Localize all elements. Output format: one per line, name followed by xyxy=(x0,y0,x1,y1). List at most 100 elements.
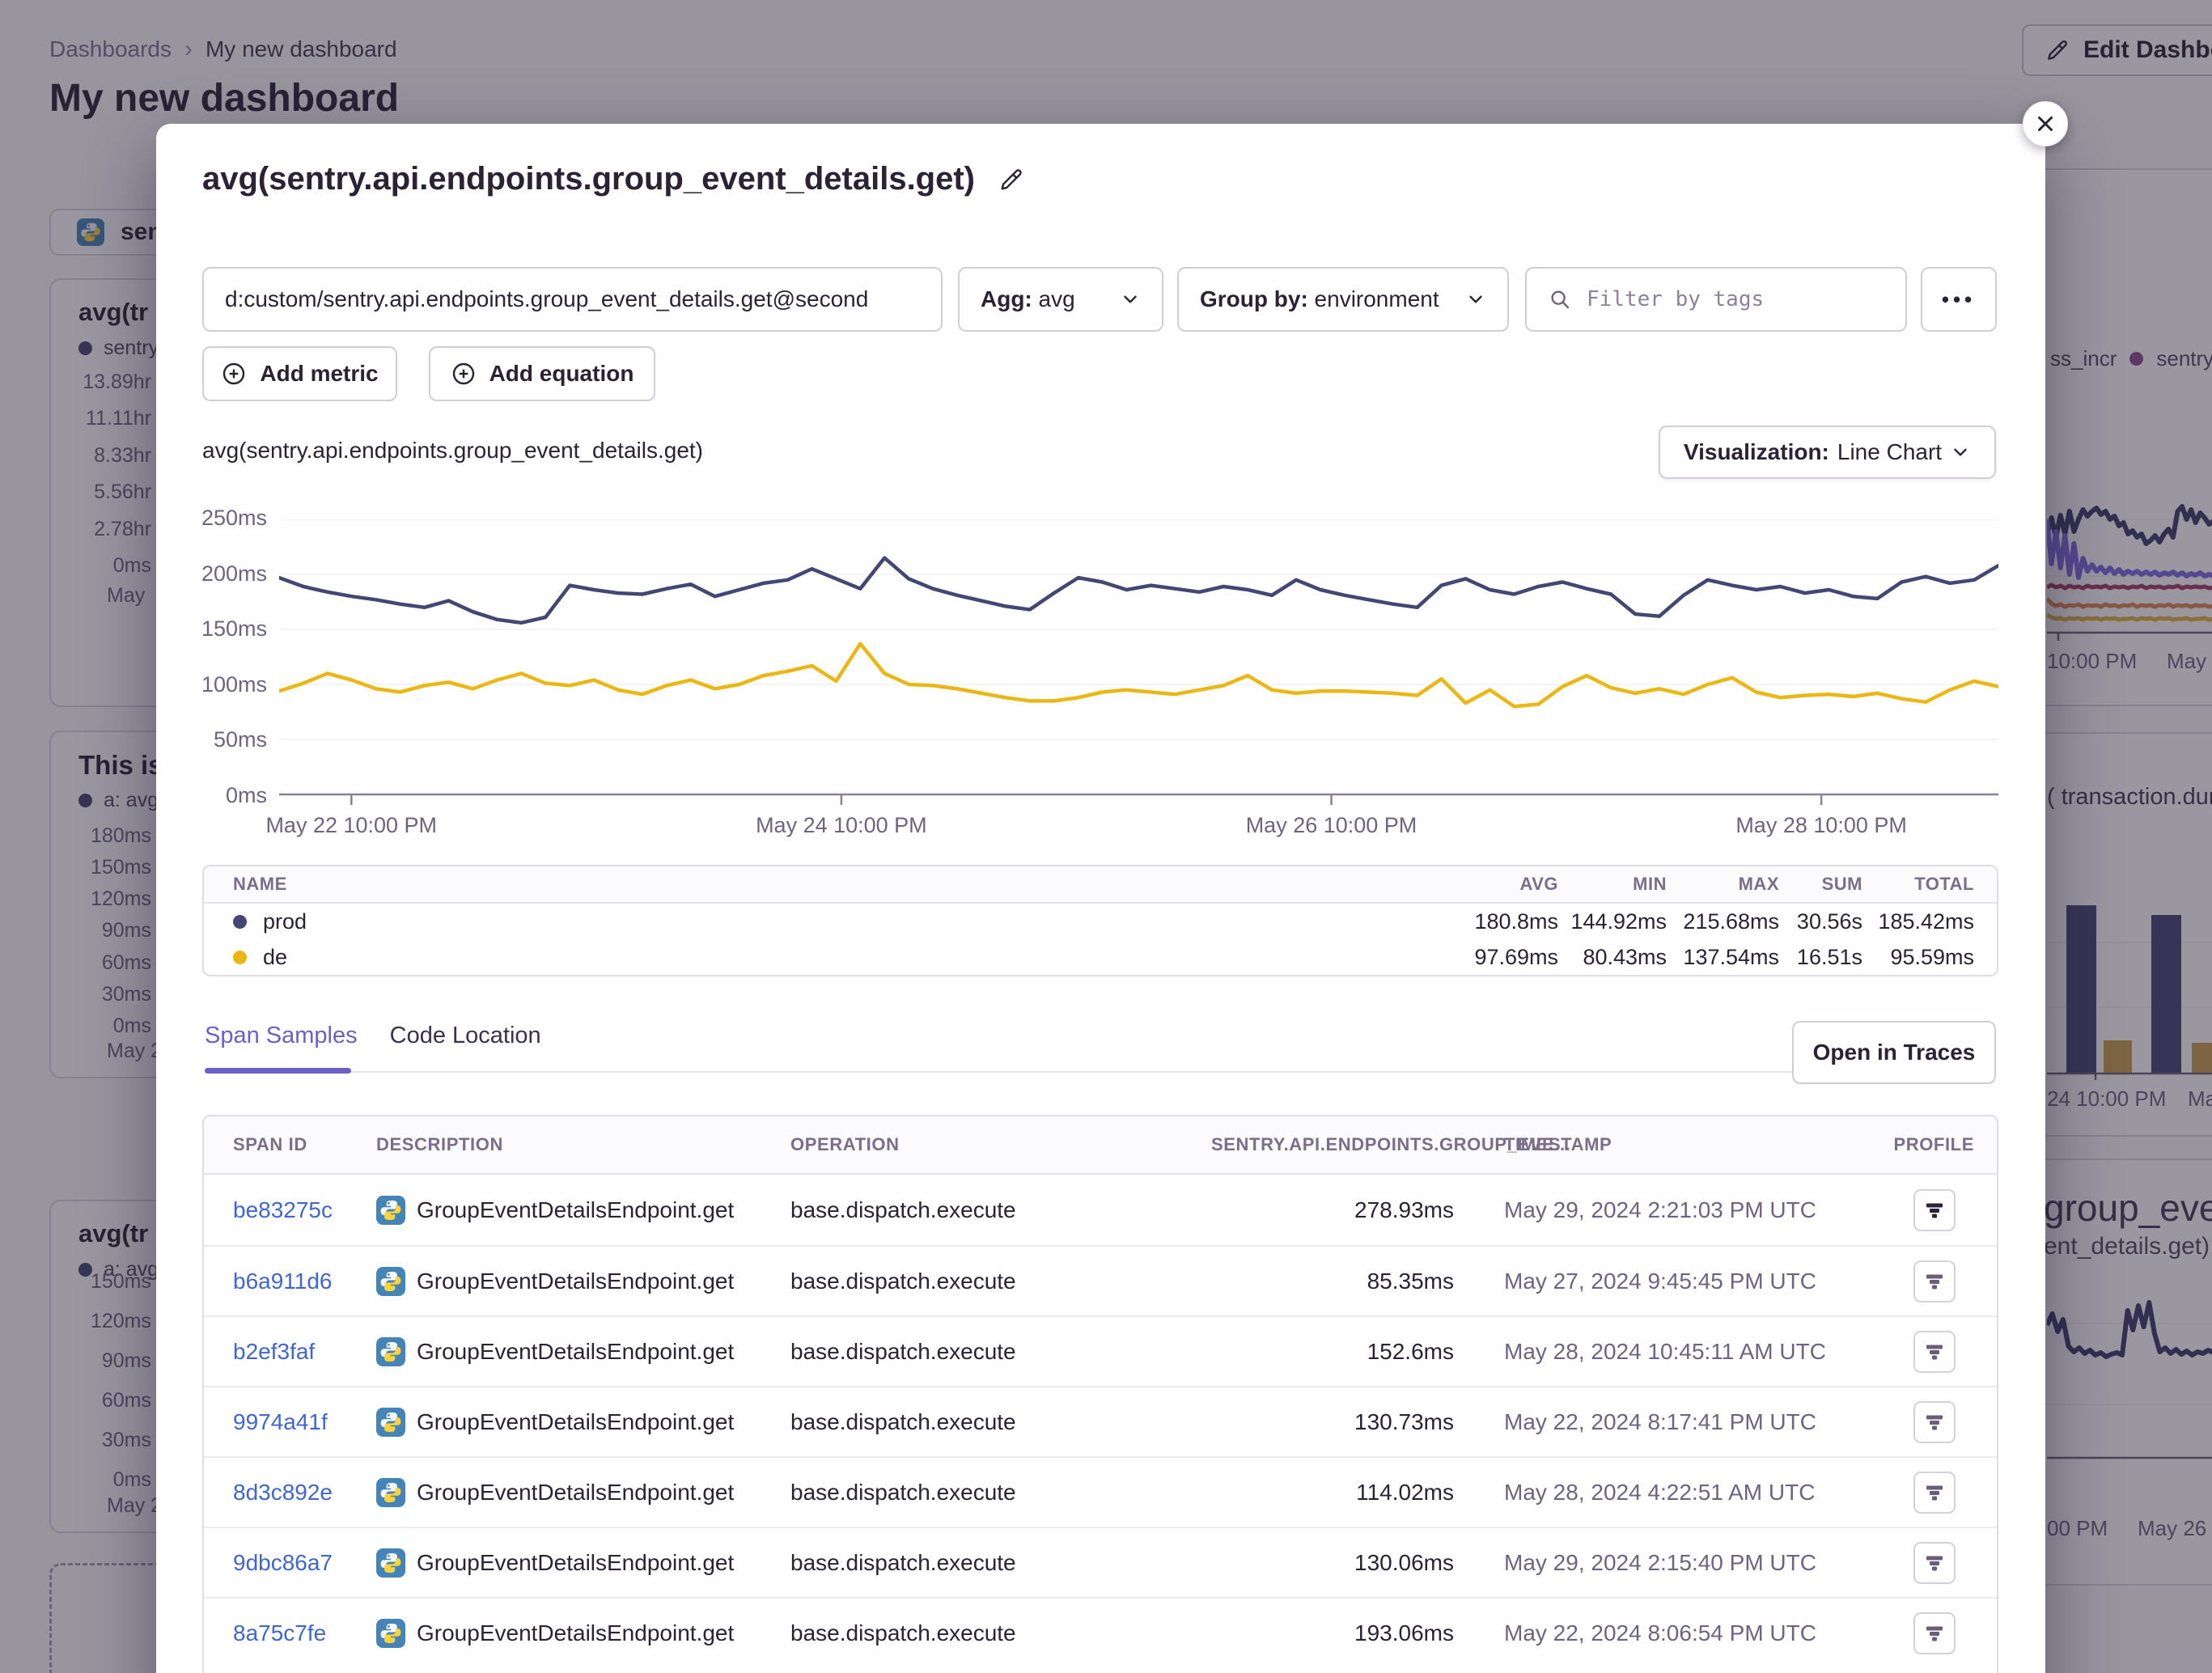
series-summary-table: NAMEAVGMINMAXSUMTOTAL prod 180.8ms144.92m… xyxy=(202,865,1998,976)
table-row: b2ef3fafGroupEventDetailsEndpoint.getbas… xyxy=(204,1315,1997,1386)
group-by-dropdown[interactable]: Group by: environment xyxy=(1177,267,1509,332)
x-axis-tick: May 26 10:00 PM xyxy=(1246,813,1417,838)
samples-column-header: DESCRIPTION xyxy=(376,1134,790,1155)
close-icon[interactable] xyxy=(2023,101,2068,146)
x-axis-labels: May 22 10:00 PMMay 24 10:00 PMMay 26 10:… xyxy=(279,813,1998,842)
profile-button[interactable] xyxy=(1913,1472,1956,1514)
summary-column-header: TOTAL xyxy=(1862,874,1974,895)
x-axis-tick: May 24 10:00 PM xyxy=(756,813,927,838)
span-description: GroupEventDetailsEndpoint.get xyxy=(376,1548,790,1578)
span-duration: 193.06ms xyxy=(1211,1620,1454,1646)
tab-code-location[interactable]: Code Location xyxy=(390,1023,541,1049)
filter-placeholder: Filter by tags xyxy=(1587,287,1764,311)
visualization-dropdown[interactable]: Visualization: Line Chart xyxy=(1659,426,1996,479)
summary-row: de97.69ms80.43ms137.54ms16.51s95.59ms xyxy=(204,939,1997,975)
more-options-button[interactable]: ••• xyxy=(1921,267,1997,332)
summary-column-header: SUM xyxy=(1779,874,1862,895)
span-id-link[interactable]: b6a911d6 xyxy=(233,1269,333,1294)
tab-bar: Span Samples Code Location xyxy=(205,1023,541,1049)
ellipsis-icon: ••• xyxy=(1942,287,1976,312)
y-axis-tick: 0ms xyxy=(226,783,267,808)
chevron-down-icon xyxy=(1120,289,1141,310)
summary-column-header: NAME xyxy=(204,874,1455,895)
metric-line-chart[interactable] xyxy=(279,519,1998,806)
tab-span-samples[interactable]: Span Samples xyxy=(205,1023,358,1049)
profiling-icon xyxy=(1923,1341,1946,1363)
series-color-dot xyxy=(233,915,247,929)
samples-column-header: PROFILE xyxy=(1892,1134,1997,1155)
span-operation: base.dispatch.execute xyxy=(790,1197,1211,1223)
samples-column-header: TIMESTAMP xyxy=(1454,1134,1892,1155)
profile-button[interactable] xyxy=(1913,1401,1956,1443)
series-name: prod xyxy=(263,909,307,934)
series-min: 144.92ms xyxy=(1558,909,1667,934)
span-id-link[interactable]: b2ef3faf xyxy=(233,1339,315,1364)
metric-details-modal: avg(sentry.api.endpoints.group_event_det… xyxy=(156,124,2045,1673)
span-duration: 130.06ms xyxy=(1211,1550,1454,1576)
span-duration: 130.73ms xyxy=(1211,1409,1454,1435)
profiling-icon xyxy=(1923,1622,1946,1645)
add-equation-button[interactable]: Add equation xyxy=(429,346,655,401)
dashboard-page: Dashboards › My new dashboard My new das… xyxy=(0,0,2212,1673)
x-axis-tick: May 22 10:00 PM xyxy=(265,813,437,838)
span-timestamp: May 22, 2024 8:06:54 PM UTC xyxy=(1454,1620,1892,1646)
span-id-link[interactable]: 8d3c892e xyxy=(233,1480,333,1505)
profiling-icon xyxy=(1923,1199,1946,1222)
search-icon xyxy=(1548,287,1572,311)
metric-query-input[interactable] xyxy=(202,267,943,332)
span-description: GroupEventDetailsEndpoint.get xyxy=(376,1478,790,1507)
metric-query-value[interactable] xyxy=(225,286,920,312)
table-row: 8d3c892eGroupEventDetailsEndpoint.getbas… xyxy=(204,1456,1997,1527)
span-duration: 114.02ms xyxy=(1211,1480,1454,1506)
y-axis-tick: 150ms xyxy=(201,616,267,642)
summary-column-header: AVG xyxy=(1455,874,1558,895)
plus-circle-icon xyxy=(451,361,477,387)
span-description: GroupEventDetailsEndpoint.get xyxy=(376,1619,790,1648)
profile-button[interactable] xyxy=(1913,1260,1956,1302)
series-max: 215.68ms xyxy=(1667,909,1779,934)
series-color-dot xyxy=(233,951,247,964)
samples-column-header: SPAN ID xyxy=(204,1134,376,1155)
span-timestamp: May 22, 2024 8:17:41 PM UTC xyxy=(1454,1409,1892,1435)
open-in-traces-button[interactable]: Open in Traces xyxy=(1792,1021,1996,1084)
python-icon xyxy=(376,1548,405,1578)
python-icon xyxy=(376,1337,405,1366)
span-id-link[interactable]: be83275c xyxy=(233,1197,333,1222)
profile-button[interactable] xyxy=(1913,1612,1956,1654)
y-axis-tick: 50ms xyxy=(214,727,267,752)
profile-button[interactable] xyxy=(1913,1331,1956,1373)
tab-divider xyxy=(205,1071,1875,1073)
span-id-link[interactable]: 8a75c7fe xyxy=(233,1620,326,1645)
span-timestamp: May 27, 2024 9:45:45 PM UTC xyxy=(1454,1269,1892,1294)
profile-button[interactable] xyxy=(1913,1189,1956,1231)
table-row: 8a75c7fe GroupEventDetailsEndpoint.getbas… xyxy=(204,1597,1997,1667)
span-id-link[interactable]: 9dbc86a7 xyxy=(233,1550,333,1575)
add-metric-button[interactable]: Add metric xyxy=(202,346,397,401)
table-row: 9dbc86a7 GroupEventDetailsEndpoint.getbas… xyxy=(204,1527,1997,1597)
summary-column-header: MIN xyxy=(1558,874,1667,895)
chevron-down-icon xyxy=(1465,289,1486,310)
span-description: GroupEventDetailsEndpoint.get xyxy=(376,1267,790,1296)
series-name: de xyxy=(263,945,287,970)
summary-header-row: NAMEAVGMINMAXSUMTOTAL xyxy=(204,866,1997,904)
span-duration: 85.35ms xyxy=(1211,1269,1454,1294)
active-tab-underline xyxy=(205,1068,351,1074)
y-axis-tick: 100ms xyxy=(201,672,267,697)
filter-by-tags-input[interactable]: Filter by tags xyxy=(1525,267,1907,332)
plus-circle-icon xyxy=(221,361,247,387)
summary-row: prod180.8ms144.92ms215.68ms30.56s185.42m… xyxy=(204,904,1997,939)
span-samples-table: SPAN IDDESCRIPTIONOPERATIONSENTRY.API.EN… xyxy=(202,1115,1998,1673)
span-operation: base.dispatch.execute xyxy=(790,1620,1211,1646)
series-avg: 180.8ms xyxy=(1455,909,1558,934)
profile-button[interactable] xyxy=(1913,1542,1956,1584)
series-total: 185.42ms xyxy=(1862,909,1974,934)
profiling-icon xyxy=(1923,1552,1946,1574)
series-total: 95.59ms xyxy=(1862,945,1974,970)
profiling-icon xyxy=(1923,1270,1946,1293)
span-id-link[interactable]: 9974a41f xyxy=(233,1409,328,1434)
span-description: GroupEventDetailsEndpoint.get xyxy=(376,1408,790,1437)
aggregation-dropdown[interactable]: Agg: avg xyxy=(958,267,1163,332)
span-operation: base.dispatch.execute xyxy=(790,1550,1211,1576)
span-timestamp: May 29, 2024 2:15:40 PM UTC xyxy=(1454,1550,1892,1576)
edit-title-pencil-icon[interactable] xyxy=(998,166,1025,193)
